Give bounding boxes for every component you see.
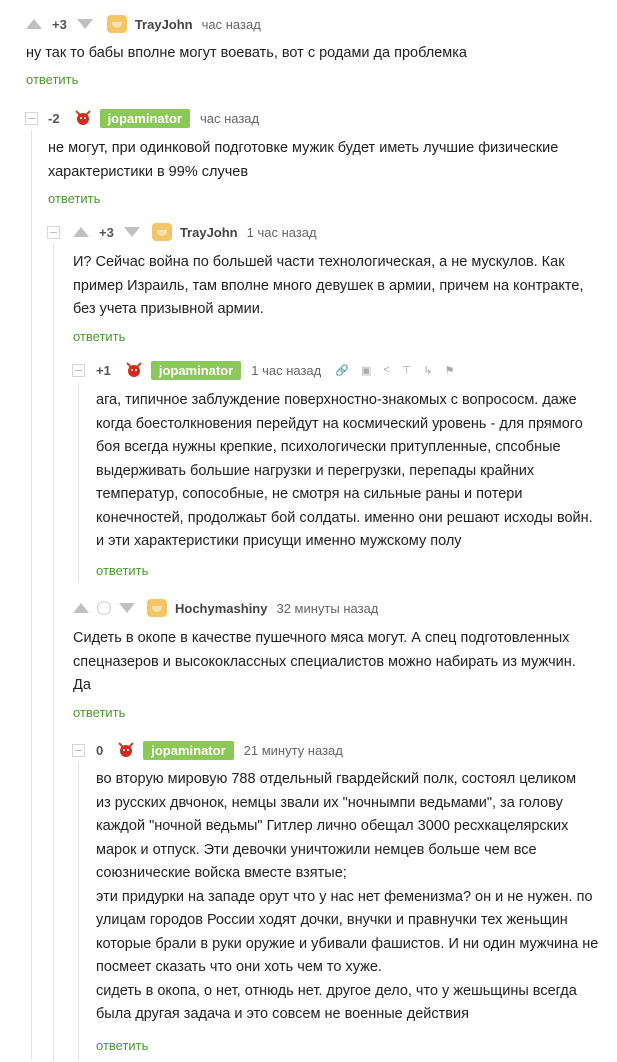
timestamp[interactable]: 32 минуты назад — [276, 601, 378, 616]
timestamp[interactable]: 1 час назад — [247, 225, 317, 240]
text-line: эти придурки на западе орут что у нас не… — [96, 888, 593, 905]
downvote-icon[interactable] — [123, 227, 140, 237]
reply-link[interactable]: ответить — [73, 329, 125, 344]
comment-text: не могут, при одинковой подготовке мужик… — [48, 137, 558, 184]
devil-avatar-icon[interactable] — [117, 741, 135, 759]
text-line: без учета призывной армии. — [73, 301, 264, 317]
rating: +3 — [99, 224, 114, 240]
text-line: которые брали в руки оружие и убивали фа… — [96, 935, 599, 952]
reply-link[interactable]: ответить — [96, 1038, 148, 1053]
timestamp[interactable]: 1 час назад — [251, 363, 321, 378]
author-badge[interactable]: jopaminator — [143, 740, 234, 760]
report-flag-icon[interactable]: ⚑ — [445, 364, 455, 377]
comment-header: +1 jopaminator 1 час назад 🔗 ▣ < ⊤ ↳ ⚑ — [96, 359, 466, 381]
text-line: И? Сейчас война по большей части техноло… — [73, 254, 565, 270]
avatar[interactable] — [147, 599, 167, 617]
collapse-button[interactable] — [25, 112, 38, 125]
avatar[interactable] — [151, 223, 172, 241]
link-icon[interactable]: 🔗 — [335, 364, 349, 377]
text-line: была другая задача и это совсем не военн… — [96, 1006, 469, 1022]
text-line: конечностей, продолжаьт бой солдаты. име… — [96, 509, 593, 526]
text-line: выдерживать большие нагрузки и перегрузк… — [96, 462, 535, 479]
text-line: температур, сопособные, не смотря на сил… — [96, 486, 523, 502]
text-line: не могут, при одинковой подготовке мужик… — [48, 140, 559, 156]
rating: -2 — [48, 110, 60, 126]
comment-header: Hochymashiny 32 минуты назад — [73, 597, 378, 619]
rating: +1 — [96, 362, 111, 378]
collapse-button[interactable] — [47, 226, 60, 239]
downvote-icon[interactable] — [119, 603, 135, 613]
author-badge[interactable]: jopaminator — [99, 108, 190, 128]
text-line: сидеть в окопа, о нет, отнюдь нет. друго… — [96, 982, 577, 999]
text-line: Да — [73, 677, 91, 693]
text-line: характеристики в 99% случев — [48, 163, 249, 180]
timestamp[interactable]: час назад — [202, 17, 261, 32]
comment-header: 0 jopaminator 21 минуту назад — [96, 739, 343, 761]
author-name[interactable]: Hochymashiny — [175, 601, 267, 616]
text-line: ага, типичное заблуждение поверхностно-з… — [96, 392, 577, 408]
rating: +3 — [52, 16, 67, 32]
comment-header: +3 TrayJohn 1 час назад — [73, 221, 317, 243]
comment-text: во вторую мировую 788 отдельный гвардейс… — [96, 768, 598, 1027]
text-line: спецназеров и высококлассных специалисто… — [73, 653, 576, 670]
reply-link[interactable]: ответить — [26, 72, 78, 87]
text-line: улицам городов России ходят дочки, внучк… — [96, 912, 568, 928]
comment-text: ага, типичное заблуждение поверхностно-з… — [96, 389, 593, 554]
author-name[interactable]: TrayJohn — [135, 17, 193, 32]
timestamp[interactable]: 21 минуту назад — [244, 743, 343, 758]
thread-line — [78, 762, 79, 1060]
avatar[interactable] — [106, 15, 127, 33]
text-line: марок и отпуск. Эти девочки уничтожили н… — [96, 841, 537, 858]
reply-link[interactable]: ответить — [48, 191, 100, 206]
text-line: каждой "ночной ведьмы" Гитлер лично обещ… — [96, 818, 569, 834]
share-icon[interactable]: < — [383, 364, 389, 376]
upvote-icon[interactable] — [73, 603, 89, 613]
author-badge[interactable]: jopaminator — [150, 360, 242, 380]
clock-icon — [97, 601, 111, 615]
devil-avatar-icon[interactable] — [125, 361, 143, 379]
collapse-button[interactable] — [72, 364, 85, 377]
collapse-button[interactable] — [72, 744, 85, 757]
comment-text: Сидеть в окопе в качестве пушечного мяса… — [73, 627, 576, 698]
comment-header: -2 jopaminator час назад — [48, 107, 259, 129]
text-line: посмеет сказать что они хоть чем то хуже… — [96, 959, 382, 975]
text-line: боя всегда нужны крепкие, психологически… — [96, 439, 561, 455]
upvote-icon[interactable] — [73, 227, 89, 237]
downvote-icon[interactable] — [76, 19, 93, 29]
text-line: и эти характеристики присущи именно мужс… — [96, 533, 462, 549]
comment-text: И? Сейчас война по большей части техноло… — [73, 251, 584, 322]
text-line: когда боестолкновения перейдут на космич… — [96, 415, 583, 432]
text-line: во вторую мировую 788 отдельный гвардейс… — [96, 771, 577, 787]
upvote-icon[interactable] — [26, 19, 42, 29]
author-name[interactable]: TrayJohn — [180, 225, 238, 240]
devil-avatar-icon[interactable] — [74, 109, 92, 127]
text-line: пример Израиль, там вполне много девушек… — [73, 277, 584, 294]
comment-header: +3 TrayJohn час назад — [26, 13, 261, 35]
reply-link[interactable]: ответить — [73, 705, 125, 720]
text-line: союзнические войска вместе взятые; — [96, 865, 347, 881]
save-icon[interactable]: ▣ — [361, 364, 371, 377]
reply-link[interactable]: ответить — [96, 563, 148, 578]
timestamp[interactable]: час назад — [200, 111, 259, 126]
pin-icon[interactable]: ⊤ — [402, 364, 412, 377]
branch-icon[interactable]: ↳ — [423, 364, 432, 377]
thread-line — [31, 130, 32, 1060]
rating: 0 — [96, 742, 104, 758]
text-line: Сидеть в окопе в качестве пушечного мяса… — [73, 630, 570, 646]
comment-text: ну так то бабы вполне могут воевать, вот… — [26, 45, 467, 61]
thread-line — [78, 382, 79, 582]
thread-line — [53, 244, 54, 1060]
text-line: из русских двчонок, немцы звали их "ночн… — [96, 794, 563, 811]
